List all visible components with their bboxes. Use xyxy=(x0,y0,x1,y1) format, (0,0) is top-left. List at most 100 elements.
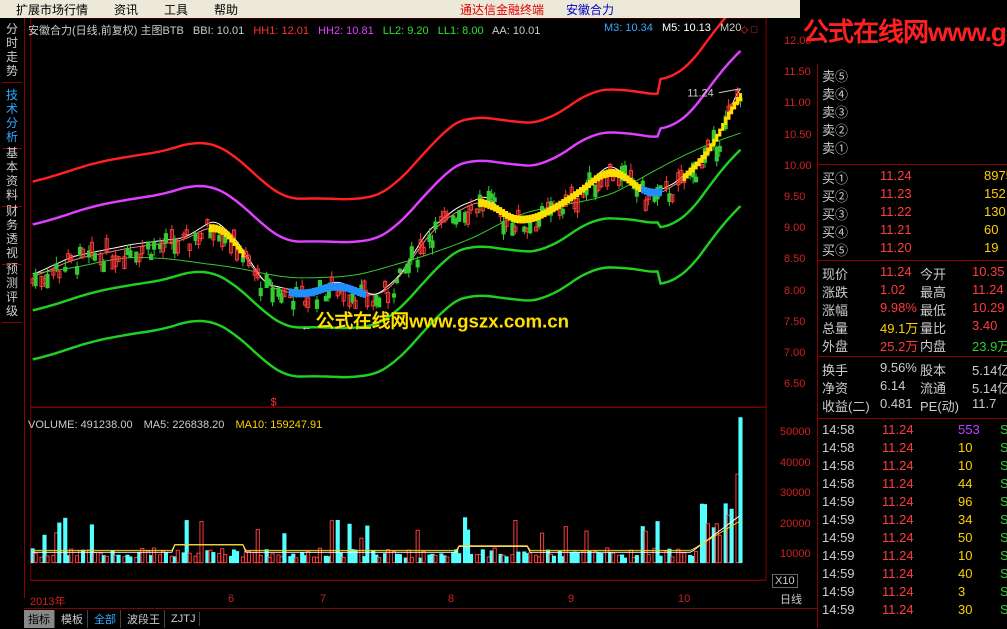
menu-bar: 扩展市场行情 资讯 工具 帮助 通达信金融终端 安徽合力 xyxy=(0,0,800,18)
chart-menu-icon: □ xyxy=(751,25,757,36)
candle-body xyxy=(528,221,533,234)
tab-zjtj[interactable]: ZJTJ xyxy=(167,612,201,626)
volume-bar xyxy=(551,555,556,564)
volume-bar xyxy=(563,526,568,564)
tick-time: 14:59 xyxy=(822,566,855,581)
volume-bar xyxy=(682,552,687,564)
period-label[interactable]: 日线 xyxy=(780,591,802,607)
trend-block xyxy=(682,173,686,182)
tick-price: 11.24 xyxy=(882,476,914,491)
tick-time: 14:59 xyxy=(822,494,855,509)
trend-block xyxy=(241,249,245,258)
volume-tick-label: 50000 xyxy=(780,426,811,438)
candle-body xyxy=(45,273,50,289)
tick-direction: S xyxy=(1000,494,1007,509)
quote-panel: 卖⑤ 卖④ 卖③ 卖② 卖① 买① 11.24 8975 买② 11.23 15… xyxy=(817,64,1007,628)
trend-block xyxy=(528,214,532,223)
stat-value: 5.14亿 xyxy=(972,363,1007,378)
trend-block xyxy=(593,175,597,184)
candle-body xyxy=(430,240,435,248)
tab-wave-king[interactable]: 波段王 xyxy=(123,610,165,628)
tick-row: 14:58 11.24 553 S xyxy=(822,422,1007,440)
candle-body xyxy=(267,279,272,287)
volume-bar xyxy=(365,525,370,564)
volume-bar xyxy=(223,554,228,564)
tick-time: 14:58 xyxy=(822,440,855,455)
bid-label: 买⑤ xyxy=(822,243,849,258)
stat-row: 涨幅 9.98% 最低 10.29 xyxy=(822,300,1007,318)
stat-label: 涨幅 xyxy=(822,303,849,318)
tick-direction: S xyxy=(1000,566,1007,581)
menu-item-help[interactable]: 帮助 xyxy=(214,1,238,18)
tab-intraday[interactable]: 分时走势 xyxy=(2,22,22,83)
menu-item-news[interactable]: 资讯 xyxy=(114,1,138,18)
tab-forecast[interactable]: 预测评级 xyxy=(2,262,22,323)
trend-block xyxy=(738,93,743,101)
ask-label: 卖⑤ xyxy=(822,69,849,84)
trend-block xyxy=(706,147,710,156)
trend-block xyxy=(359,289,363,298)
trend-block xyxy=(590,177,594,186)
tab-indicator[interactable]: 指标 xyxy=(24,610,55,628)
bid-row: 买③ 11.22 130 xyxy=(822,204,1007,222)
stat-value: 0.481 xyxy=(880,396,913,411)
tab-technical[interactable]: 技术分析 xyxy=(2,88,22,149)
tick-price: 11.24 xyxy=(882,602,914,617)
candle-body xyxy=(406,262,411,273)
stat-label: 外盘 xyxy=(822,339,849,354)
trend-block xyxy=(596,173,600,182)
tab-template[interactable]: 模板 xyxy=(57,610,88,628)
tick-row: 14:58 11.24 44 S xyxy=(822,476,1007,494)
volume-bar xyxy=(717,534,722,564)
volume-unit[interactable]: X10 xyxy=(772,574,798,588)
trend-block xyxy=(229,234,233,243)
candle-body xyxy=(433,221,438,230)
menu-item-extended-market[interactable]: 扩展市场行情 xyxy=(16,1,88,18)
volume-bar xyxy=(634,555,639,564)
tab-fundamentals[interactable]: 基本资料 xyxy=(2,146,22,207)
stat-value: 1.02 xyxy=(880,282,906,297)
tab-all[interactable]: 全部 xyxy=(90,610,121,628)
ask-label: 卖① xyxy=(822,141,849,156)
ask-label: 卖④ xyxy=(822,87,849,102)
volume-bar xyxy=(45,555,50,564)
candle-body xyxy=(146,241,151,250)
trend-block xyxy=(635,182,639,191)
trend-block xyxy=(211,224,215,233)
menu-item-tools[interactable]: 工具 xyxy=(164,1,188,18)
trend-block xyxy=(312,287,316,296)
trend-block xyxy=(638,184,642,193)
trend-block xyxy=(487,200,491,209)
volume-bar xyxy=(705,523,710,564)
volume-tick-label: 10000 xyxy=(780,548,811,560)
trend-block xyxy=(297,289,301,298)
tick-direction: S xyxy=(1000,602,1007,617)
tick-direction: S xyxy=(1000,476,1007,491)
trend-block xyxy=(578,187,583,195)
trend-block xyxy=(629,177,633,186)
trend-block xyxy=(220,227,224,235)
tick-time: 14:58 xyxy=(822,458,855,473)
ask-row: 卖② xyxy=(822,120,1007,138)
price-tick-label: 11.00 xyxy=(784,97,811,110)
price-tick-label: 11.50 xyxy=(784,66,811,79)
kline-chart[interactable]: 公式在线网www.gszx.com.cn 11.24 ← $ ◇ □ xyxy=(24,18,817,598)
trend-block xyxy=(238,245,242,254)
trend-block xyxy=(558,200,562,209)
date-tick-label: 7 xyxy=(320,593,327,605)
tab-financials[interactable]: 财务透视 xyxy=(2,204,22,265)
stock-title: 安徽合力 xyxy=(566,2,615,17)
trend-block xyxy=(232,238,236,246)
stat-label: 今开 xyxy=(920,267,947,282)
price-tick-label: 7.00 xyxy=(784,347,806,359)
trend-block xyxy=(353,286,358,295)
trend-block xyxy=(226,231,230,240)
candle-body xyxy=(397,268,402,274)
legend-title: 安徽合力(日线,前复权) 主图BTB xyxy=(28,25,184,37)
candle-body xyxy=(149,253,154,261)
trend-block xyxy=(291,288,295,297)
tick-row: 14:59 11.24 40 S xyxy=(822,566,1007,584)
trend-block xyxy=(626,175,630,184)
trend-block xyxy=(632,180,636,189)
tick-direction: S xyxy=(1000,440,1007,455)
